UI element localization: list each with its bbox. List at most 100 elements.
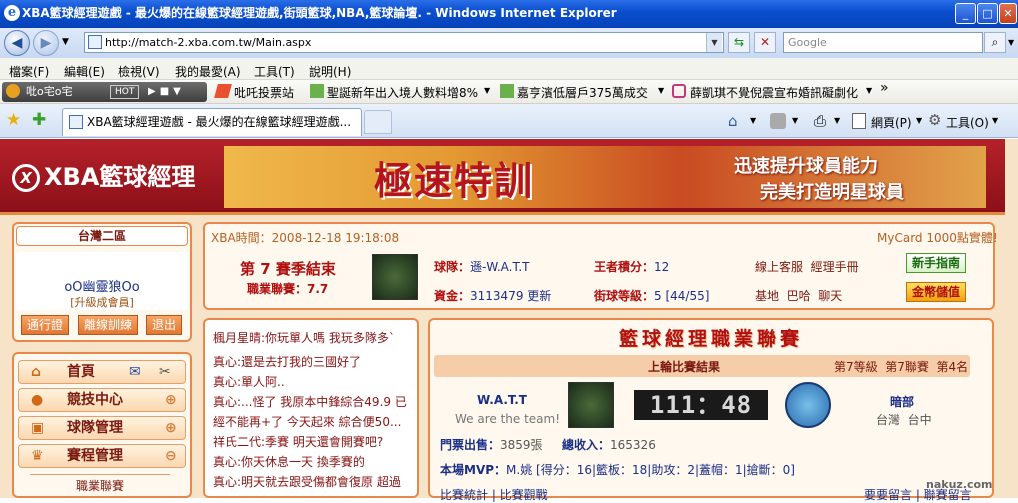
community-links[interactable]: 基地 巴哈 聊天	[755, 287, 842, 304]
match-stats-links[interactable]: 比賽統計 | 比賽觀戰	[440, 486, 548, 503]
team-avatar[interactable]	[372, 254, 418, 300]
collapse-icon[interactable]: ⊖	[165, 445, 177, 467]
upgrade-member-link[interactable]: [升級成會員]	[16, 294, 188, 310]
radio-toolbar[interactable]: 吡o宅o宅 HOT ▶■▼	[2, 82, 207, 102]
home-icon: ⌂	[31, 364, 42, 380]
add-favorites-icon[interactable]: ✚	[32, 110, 46, 130]
menu-favorites[interactable]: 我的最愛(A)	[175, 63, 241, 80]
link-news-2[interactable]: 嘉亨濱低層戶375萬成交	[517, 84, 648, 101]
funds-label: 資金：	[434, 289, 471, 303]
income-label: 總收入：	[562, 438, 611, 452]
print-dropdown-icon[interactable]: ▼	[834, 116, 840, 125]
page-menu[interactable]: 網頁(P)	[871, 114, 912, 131]
close-button[interactable]: ✕	[999, 3, 1017, 24]
expand-icon[interactable]: ⊕	[165, 389, 177, 411]
tickets-value: 3859張	[500, 438, 543, 452]
address-url: http://match-2.xba.com.tw/Main.aspx	[105, 36, 312, 49]
expand-icon[interactable]: ⊕	[165, 417, 177, 439]
update-link[interactable]: 更新	[527, 289, 551, 303]
new-tab-button[interactable]	[364, 110, 392, 134]
mvp-value: M.姚 [得分：16|籃板：18|助攻：2|蓋帽：1|搶斷：0]	[506, 463, 795, 477]
mail-icon[interactable]: ✉	[129, 361, 141, 383]
feeds-dropdown-icon[interactable]: ▼	[792, 116, 798, 125]
gold-recharge-button[interactable]: 金幣儲值	[906, 282, 966, 302]
radio-controls-icon[interactable]: ▶■▼	[148, 82, 185, 102]
tools-icon[interactable]: ✂	[159, 361, 171, 383]
home-team-avatar[interactable]	[568, 382, 614, 428]
links-more-button[interactable]: »	[880, 80, 889, 96]
stop-icon[interactable]: ✕	[754, 32, 776, 53]
favorites-star-icon[interactable]: ★	[6, 110, 21, 130]
guide-button[interactable]: 新手指南	[906, 253, 966, 273]
menu-tools[interactable]: 工具(T)	[254, 63, 295, 80]
print-icon[interactable]: ⎙	[814, 112, 826, 130]
window-title-bar: XBA籃球經理遊戲 - 最火爆的在線籃球經理遊戲,街頭籃球,NBA,籃球論壇. …	[0, 0, 1018, 28]
address-dropdown-icon[interactable]: ▼	[706, 33, 722, 52]
chat-message: 真心:單人阿..	[213, 375, 285, 389]
home-icon[interactable]: ⌂	[728, 112, 738, 130]
tools-menu[interactable]: 工具(O)	[946, 114, 989, 131]
away-team-logo[interactable]	[785, 382, 831, 428]
feeds-icon[interactable]	[770, 113, 786, 129]
link-dropdown-icon[interactable]: ▼	[866, 86, 872, 95]
nav-arena-label: 競技中心	[67, 392, 123, 408]
radio-hot-badge[interactable]: HOT	[110, 85, 140, 99]
link-dropdown-icon[interactable]: ▼	[658, 86, 664, 95]
link-news-1[interactable]: 聖誕新年出入境人數料增8%	[327, 84, 478, 101]
nav-history-dropdown-icon[interactable]: ▼	[62, 37, 69, 47]
minimize-button[interactable]: _	[955, 3, 976, 24]
menu-help[interactable]: 說明(H)	[309, 63, 351, 80]
service-links[interactable]: 線上客服 經理手冊	[755, 258, 859, 275]
ad-line-2: 完美打造明星球員	[760, 182, 904, 203]
income-value: 165326	[610, 438, 656, 452]
tab-xba[interactable]: XBA籃球經理遊戲 - 最火爆的在線籃球經理遊戲...	[62, 108, 362, 136]
team-name[interactable]: 遜-W.A.T.T	[470, 260, 530, 274]
search-options-icon[interactable]: ▼	[1008, 38, 1014, 47]
window-title: XBA籃球經理遊戲 - 最火爆的在線籃球經理遊戲,街頭籃球,NBA,籃球論壇. …	[22, 6, 617, 20]
forward-button[interactable]: ▶	[33, 30, 59, 56]
nav-arena[interactable]: ● 競技中心 ⊕	[18, 388, 186, 412]
nav-home[interactable]: ⌂ 首頁 ✉ ✂	[18, 360, 186, 384]
menu-file[interactable]: 檔案(F)	[9, 63, 49, 80]
link-news-3[interactable]: 薛凱琪不覺倪震宣布婚訊礙劇化	[690, 84, 858, 101]
tickets-row: 門票出售：3859張	[440, 436, 543, 453]
score-board: 111：48	[634, 390, 768, 420]
home-dropdown-icon[interactable]: ▼	[750, 116, 756, 125]
nav-schedule[interactable]: ♛ 賽程管理 ⊖	[18, 444, 186, 468]
username[interactable]: oO幽靈狼Oo	[16, 276, 188, 295]
offline-training-button[interactable]: 離線訓練	[78, 315, 138, 335]
league-title: 籃球經理職業聯賽	[618, 328, 803, 350]
maximize-button[interactable]: □	[977, 3, 998, 24]
link-dropdown-icon[interactable]: ▼	[484, 86, 490, 95]
passport-button[interactable]: 通行證	[21, 315, 69, 335]
tools-menu-dropdown-icon[interactable]: ▼	[992, 116, 998, 125]
ad-banner[interactable]: 極速特訓 迅速提升球員能力 完美打造明星球員	[224, 146, 986, 208]
home-team-name[interactable]: W.A.T.T	[477, 393, 527, 407]
logout-button[interactable]: 退出	[146, 315, 182, 335]
chat-messages: 楓月星晴:你玩單人嗎 我玩多隊多` 真心:還是去打我的三國好了 真心:單人阿..…	[213, 328, 413, 498]
page-scrollbar[interactable]	[1005, 139, 1018, 498]
refresh-icon[interactable]: ⇆	[728, 32, 750, 53]
search-icon[interactable]: ⌕	[984, 32, 1006, 53]
page-icon	[69, 115, 83, 129]
search-input[interactable]: Google	[783, 32, 983, 53]
menu-view[interactable]: 檢視(V)	[118, 63, 160, 80]
away-team-name[interactable]: 暗部	[890, 393, 914, 410]
page-icon	[88, 35, 102, 49]
site-logo[interactable]: X XBA籃球經理	[12, 151, 212, 203]
nav-team[interactable]: ▣ 球隊管理 ⊕	[18, 416, 186, 440]
points-row: 王者積分：12	[594, 258, 669, 275]
address-input[interactable]: http://match-2.xba.com.tw/Main.aspx	[84, 32, 724, 53]
basketball-logo-icon: X	[12, 164, 40, 192]
chat-message: 真心:...怪了 我原本中鋒綜合49.9 已經不能再+了 今天起來 綜合便50.…	[213, 395, 407, 429]
ie-logo-icon: e	[4, 5, 20, 21]
nav-sub-league[interactable]: 職業聯賽	[30, 474, 170, 494]
page-menu-dropdown-icon[interactable]: ▼	[916, 116, 922, 125]
chat-message: 真心:明天就去跟受傷都會復原 超過	[213, 475, 401, 489]
link-vote[interactable]: 吡吒投票站	[234, 84, 294, 101]
back-button[interactable]: ◀	[4, 30, 30, 56]
menu-edit[interactable]: 編輯(E)	[64, 63, 105, 80]
team-label: 球隊：	[434, 260, 471, 274]
radio-icon	[6, 84, 20, 98]
mycard-link[interactable]: MyCard 1000點實體!	[877, 229, 998, 246]
